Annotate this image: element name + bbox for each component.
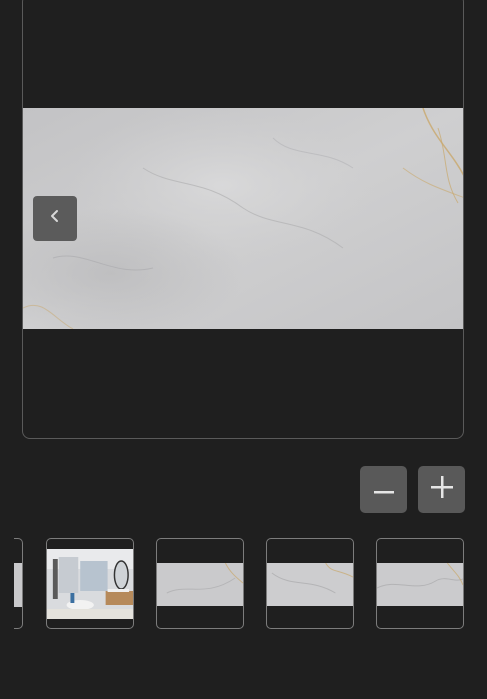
main-product-image[interactable] [23, 108, 463, 329]
thumbnail-marble-3[interactable] [376, 538, 464, 629]
image-viewer [22, 0, 464, 439]
thumbnail-partial[interactable] [14, 538, 23, 629]
marble-thumbnail-image [267, 563, 353, 606]
thumbnail-marble-2[interactable] [266, 538, 354, 629]
zoom-out-button[interactable] [360, 466, 407, 513]
thumbnail-strip [0, 538, 487, 630]
minus-icon [373, 481, 394, 499]
bathroom-thumbnail-image [47, 549, 133, 619]
thumbnail-marble-1[interactable] [156, 538, 244, 629]
previous-image-button[interactable] [33, 196, 77, 241]
marble-thumbnail-image [377, 563, 463, 606]
thumbnail-image [14, 563, 22, 607]
marble-image [23, 108, 463, 329]
thumbnail-bathroom[interactable] [46, 538, 134, 629]
chevron-left-icon [49, 209, 61, 228]
zoom-in-button[interactable] [418, 466, 465, 513]
marble-thumbnail-image [157, 563, 243, 606]
plus-icon [430, 476, 453, 503]
